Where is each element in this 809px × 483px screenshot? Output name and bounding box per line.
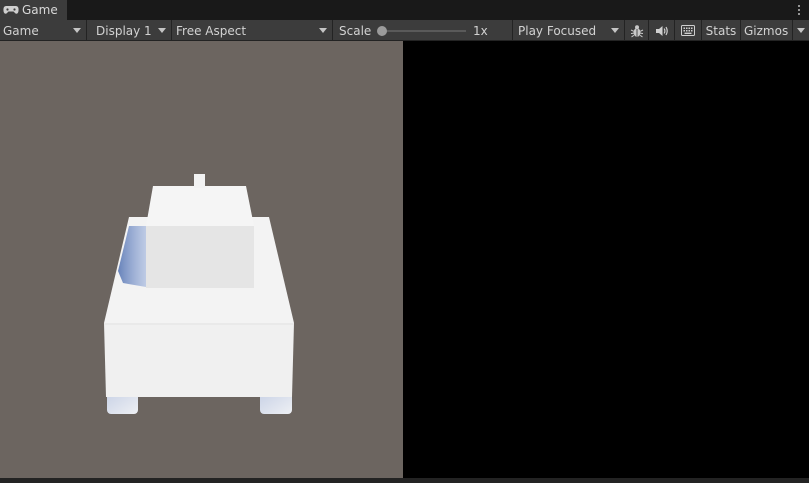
scale-label: Scale: [339, 23, 372, 38]
tab-label: Game: [22, 3, 58, 17]
bug-icon: [630, 24, 643, 37]
gamepad-icon: [3, 6, 19, 14]
shortcuts-button[interactable]: [675, 20, 702, 41]
turret-front: [146, 226, 254, 288]
mode-dropdown-label: Game: [3, 23, 39, 38]
play-mode-dropdown[interactable]: Play Focused: [514, 20, 625, 41]
display-dropdown-label: Display 1: [96, 23, 152, 38]
game-viewport[interactable]: [0, 41, 403, 478]
gizmos-dropdown[interactable]: [793, 20, 809, 41]
stats-button[interactable]: Stats: [702, 20, 741, 41]
barrel: [194, 174, 205, 188]
game-view-toolbar: Game Display 1 Free Aspect Scale 1x Play…: [0, 20, 809, 41]
gizmos-button[interactable]: Gizmos: [741, 20, 793, 41]
chevron-down-icon: [73, 28, 81, 33]
scale-value: 1x: [473, 23, 488, 38]
keyboard-icon: [681, 25, 695, 36]
turret-shadow: [118, 226, 146, 287]
chevron-down-icon: [797, 28, 805, 33]
speaker-icon: [655, 25, 668, 36]
display-dropdown[interactable]: Display 1: [90, 20, 172, 41]
tank-render: [104, 174, 294, 414]
tab-bar: Game: [0, 0, 809, 20]
hull-front: [104, 323, 294, 397]
mute-audio-button[interactable]: [649, 20, 675, 41]
tab-game[interactable]: Game: [0, 0, 68, 20]
scale-slider-track[interactable]: [381, 30, 466, 32]
chevron-down-icon: [611, 28, 619, 33]
aspect-dropdown[interactable]: Free Aspect: [172, 20, 333, 41]
chevron-down-icon: [319, 28, 327, 33]
chevron-down-icon: [158, 28, 166, 33]
stats-label: Stats: [705, 23, 737, 38]
turret-top: [146, 186, 254, 226]
kebab-menu-icon[interactable]: [795, 2, 803, 18]
play-mode-label: Play Focused: [518, 23, 597, 38]
scale-slider-handle[interactable]: [377, 26, 387, 36]
bottom-border: [0, 478, 809, 483]
mode-dropdown[interactable]: Game: [0, 20, 87, 41]
gizmos-label: Gizmos: [744, 23, 789, 38]
aspect-dropdown-label: Free Aspect: [176, 23, 247, 38]
secondary-view: [403, 41, 809, 478]
debug-toggle-button[interactable]: [625, 20, 649, 41]
